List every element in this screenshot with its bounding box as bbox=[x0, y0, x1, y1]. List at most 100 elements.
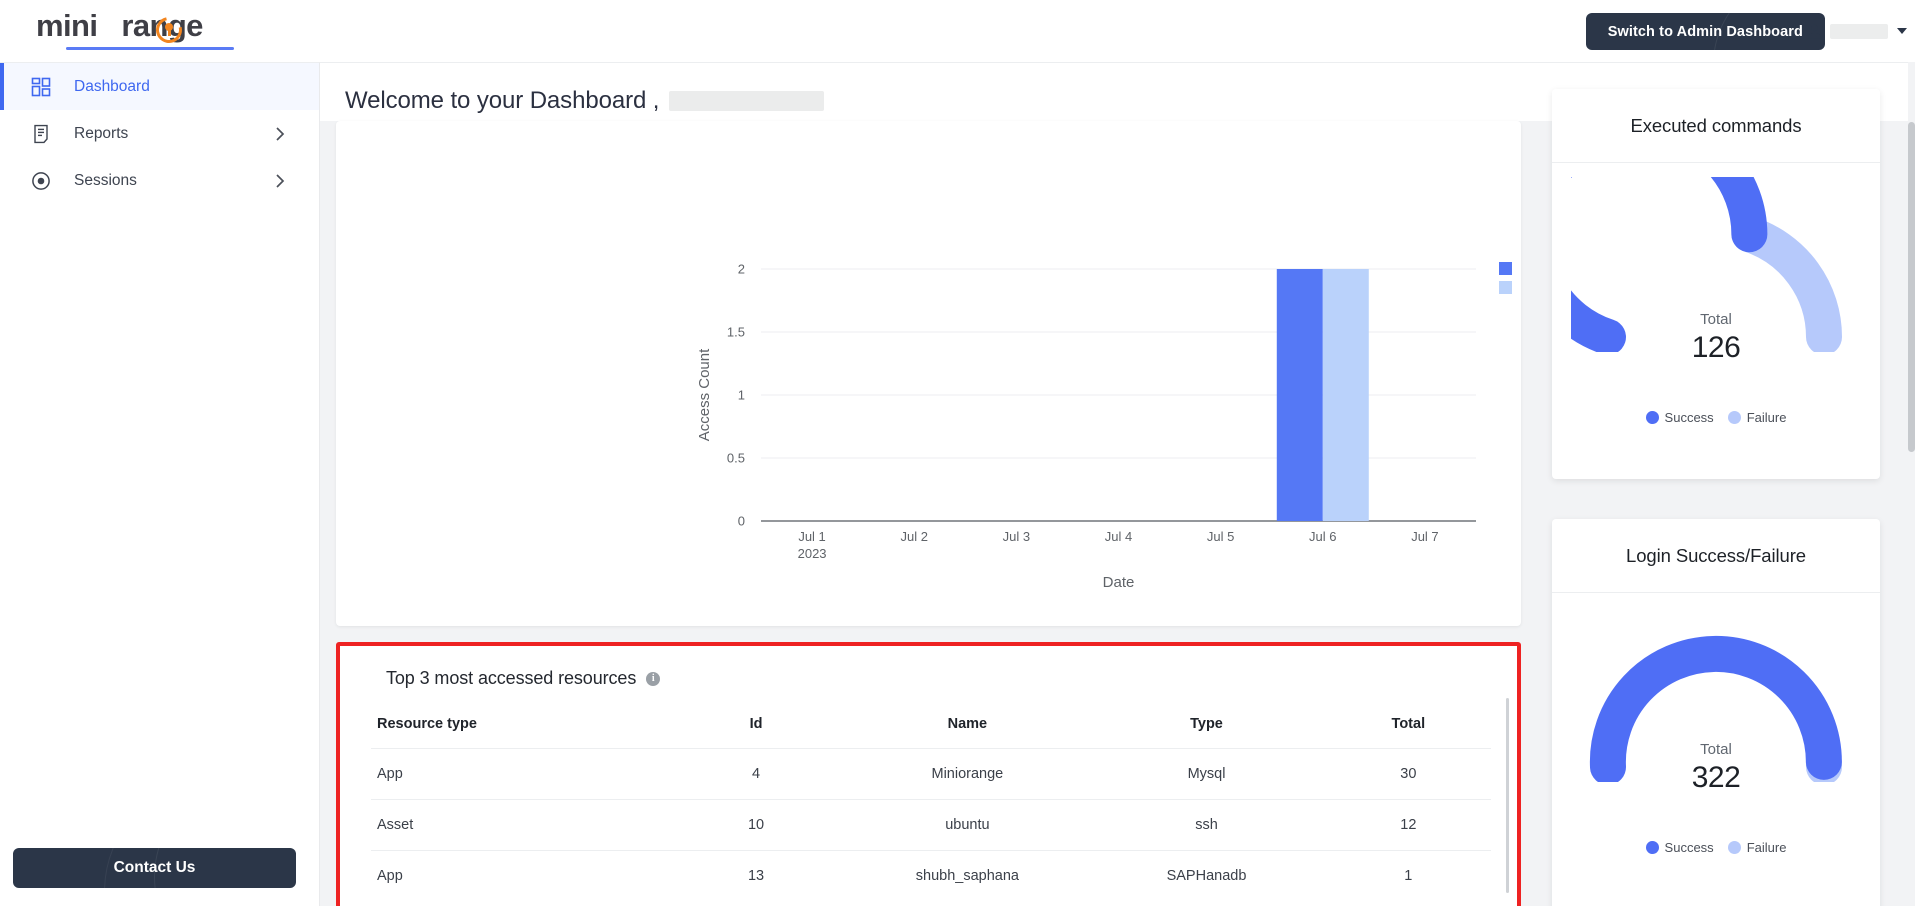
cell-name: shubh_saphana bbox=[847, 850, 1088, 901]
top-resources-panel: Top 3 most accessed resources i Resource… bbox=[336, 642, 1521, 906]
cell-total: 1 bbox=[1325, 850, 1491, 901]
top-resources-title-row: Top 3 most accessed resources i bbox=[386, 668, 661, 689]
column-header-name: Name bbox=[947, 716, 988, 732]
executed-commands-gauge-svg bbox=[1571, 177, 1842, 352]
info-circle-icon[interactable]: i bbox=[646, 671, 661, 686]
svg-text:Access Count: Access Count bbox=[696, 348, 713, 441]
legend-label-success: Success bbox=[1664, 410, 1714, 425]
keyhole-icon bbox=[165, 23, 173, 36]
cell-id: 13 bbox=[664, 850, 848, 901]
legend-dot-failure bbox=[1727, 411, 1741, 424]
login-success-failure-gauge-svg bbox=[1589, 635, 1842, 782]
table-row[interactable]: App 4 Miniorange Mysql 30 bbox=[371, 748, 1491, 800]
login-success-failure-legend: Success Failure bbox=[1552, 840, 1880, 855]
logo-text-mini: mini bbox=[36, 8, 98, 43]
legend-label-failure: Failure bbox=[1746, 840, 1787, 855]
legend-item-failure[interactable]: Failure bbox=[1727, 840, 1787, 855]
legend-label-success: Success bbox=[1664, 840, 1714, 855]
executed-commands-legend: Success Failure bbox=[1552, 410, 1880, 425]
login-success-failure-gauge[interactable]: Total 322 Success Failure bbox=[1552, 593, 1880, 871]
grid-dashboard-icon bbox=[30, 76, 52, 98]
cell-resource-type: Asset bbox=[371, 799, 665, 851]
svg-text:Jul 6: Jul 6 bbox=[1309, 529, 1336, 544]
svg-text:0.5: 0.5 bbox=[727, 451, 745, 466]
cell-type: ssh bbox=[1087, 799, 1326, 851]
main-content: Welcome to your Dashboard , 0 0.5 1 1.5 2 Jul… bbox=[320, 62, 1915, 906]
page-scrollbar-thumb[interactable] bbox=[1908, 122, 1915, 452]
document-report-icon bbox=[30, 123, 52, 145]
switch-to-admin-dashboard-button[interactable]: Switch to Admin Dashboard bbox=[1585, 13, 1825, 50]
access-count-chart-card: 0 0.5 1 1.5 2 Jul 1 2023 Jul 2 Jul 3 Jul 4 Jul 5 Ju… bbox=[336, 121, 1521, 626]
contact-us-button[interactable]: Contact Us bbox=[13, 848, 296, 888]
svg-text:2: 2 bbox=[738, 262, 745, 277]
svg-text:Jul 4: Jul 4 bbox=[1105, 529, 1132, 544]
cell-name: Miniorange bbox=[847, 748, 1088, 800]
executed-commands-card: Executed commands Total 126 Success Fail… bbox=[1552, 89, 1880, 479]
cell-id: 10 bbox=[664, 799, 848, 851]
svg-text:1: 1 bbox=[738, 388, 745, 403]
sidebar-item-reports[interactable]: Reports bbox=[0, 110, 319, 157]
svg-text:Jul 1: Jul 1 bbox=[798, 529, 825, 544]
table-row[interactable]: Asset 10 ubuntu ssh 12 bbox=[371, 799, 1491, 851]
cell-type: SAPHanadb bbox=[1087, 850, 1326, 901]
svg-text:Jul 2: Jul 2 bbox=[900, 529, 927, 544]
sidebar-item-dashboard-label: Dashboard bbox=[74, 77, 150, 95]
sidebar: Dashboard Reports Sessions Contact Us bbox=[0, 62, 320, 906]
legend-item-failure[interactable]: Failure bbox=[1727, 410, 1787, 425]
login-success-failure-card: Login Success/Failure Total 322 Success … bbox=[1552, 519, 1880, 906]
sidebar-item-sessions-label: Sessions bbox=[74, 171, 137, 189]
cell-type: Mysql bbox=[1087, 748, 1326, 800]
chevron-right-icon[interactable] bbox=[269, 170, 291, 192]
circle-dot-icon bbox=[30, 170, 52, 192]
logo-underline bbox=[66, 47, 234, 50]
legend-item-success[interactable]: Success bbox=[1645, 410, 1714, 425]
chevron-right-icon[interactable] bbox=[269, 123, 291, 145]
miniorange-logo[interactable]: mini range bbox=[36, 6, 276, 56]
contact-us-label: Contact Us bbox=[113, 859, 196, 876]
svg-text:Jul 7: Jul 7 bbox=[1411, 529, 1438, 544]
svg-text:1.5: 1.5 bbox=[727, 325, 745, 340]
cell-resource-type: App bbox=[371, 850, 665, 901]
legend-dot-success bbox=[1645, 841, 1659, 854]
switch-to-admin-dashboard-label: Switch to Admin Dashboard bbox=[1607, 23, 1803, 40]
cell-total: 30 bbox=[1325, 748, 1491, 800]
dashboard-scroll-area: 0 0.5 1 1.5 2 Jul 1 2023 Jul 2 Jul 3 Jul 4 Jul 5 Ju… bbox=[320, 89, 1915, 906]
cell-total: 12 bbox=[1325, 799, 1491, 851]
sidebar-item-sessions[interactable]: Sessions bbox=[0, 157, 319, 204]
table-scrollbar[interactable] bbox=[1506, 698, 1509, 893]
table-row[interactable]: App 13 shubh_saphana SAPHanadb 1 bbox=[371, 850, 1491, 901]
legend-dot-failure bbox=[1727, 841, 1741, 854]
top-bar: mini range Switch to Admin Dashboard bbox=[0, 0, 1915, 62]
sidebar-item-reports-label: Reports bbox=[74, 124, 129, 142]
column-header-total: Total bbox=[1391, 716, 1426, 732]
column-header-resource-type: Resource type bbox=[377, 716, 477, 732]
chevron-down-icon[interactable] bbox=[1897, 28, 1907, 34]
user-name-redacted bbox=[1830, 23, 1888, 39]
svg-text:Date: Date bbox=[1103, 574, 1135, 591]
cell-name: ubuntu bbox=[847, 799, 1088, 851]
svg-text:2023: 2023 bbox=[798, 546, 827, 561]
legend-item-success[interactable]: Success bbox=[1645, 840, 1714, 855]
person-icon bbox=[1807, 24, 1822, 39]
login-success-failure-title: Login Success/Failure bbox=[1552, 519, 1880, 593]
page-title: Welcome to your Dashboard , bbox=[345, 81, 825, 121]
welcome-user-name-redacted bbox=[669, 91, 825, 111]
legend-dot-success bbox=[1645, 411, 1659, 424]
top-resources-title: Top 3 most accessed resources bbox=[386, 668, 637, 688]
svg-text:Jul 3: Jul 3 bbox=[1003, 529, 1030, 544]
cell-id: 4 bbox=[664, 748, 848, 800]
welcome-text: Welcome to your Dashboard , bbox=[345, 87, 660, 114]
column-header-id: Id bbox=[749, 716, 763, 732]
user-menu[interactable] bbox=[1805, 14, 1907, 48]
executed-commands-gauge[interactable]: Total 126 Success Failure bbox=[1552, 163, 1880, 441]
page-scrollbar[interactable] bbox=[1908, 62, 1915, 906]
top-resources-table: Resource type Id Name Type Total App 4 M… bbox=[371, 708, 1491, 901]
column-header-type: Type bbox=[1190, 716, 1223, 732]
svg-text:0: 0 bbox=[738, 514, 745, 529]
sidebar-item-dashboard[interactable]: Dashboard bbox=[0, 63, 319, 110]
svg-text:Jul 5: Jul 5 bbox=[1207, 529, 1234, 544]
access-count-bar-chart[interactable]: 0 0.5 1 1.5 2 Jul 1 2023 Jul 2 Jul 3 Jul 4 Jul 5 Ju… bbox=[336, 121, 1521, 626]
legend-label-failure: Failure bbox=[1746, 410, 1787, 425]
cell-resource-type: App bbox=[371, 748, 665, 800]
table-header-row: Resource type Id Name Type Total bbox=[371, 708, 1491, 749]
